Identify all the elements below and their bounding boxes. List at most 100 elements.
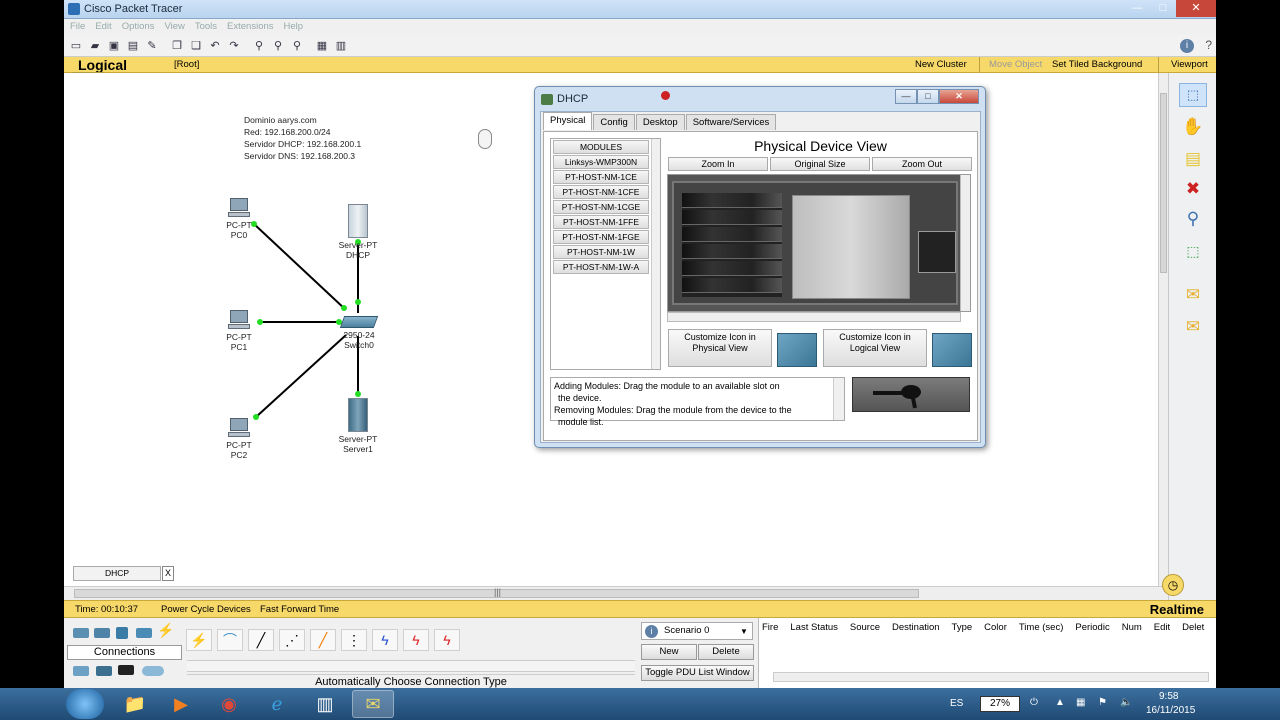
menu-tools[interactable]: Tools xyxy=(195,19,217,35)
add-complex-pdu-icon[interactable]: ✉ xyxy=(1179,315,1207,339)
power-cycle-button[interactable]: Power Cycle Devices xyxy=(161,604,251,615)
end-devices-category-icon[interactable] xyxy=(73,666,89,676)
copper-cross-icon[interactable]: ⋰ xyxy=(279,629,305,651)
set-tiled-background-button[interactable]: Set Tiled Background xyxy=(1052,59,1142,70)
wan-emulation-category-icon[interactable] xyxy=(118,665,134,675)
workspace-tab-close-button[interactable]: X xyxy=(162,566,174,581)
security-category-icon[interactable] xyxy=(96,666,112,676)
device-server1[interactable]: Server-PT Server1 xyxy=(332,398,384,454)
viewport-button[interactable]: Viewport xyxy=(1171,59,1208,70)
routers-category-icon[interactable] xyxy=(73,628,89,638)
customize-logical-icon-button[interactable]: Customize Icon in Logical View xyxy=(823,329,927,367)
storage-task-icon[interactable]: ▥ xyxy=(304,690,346,718)
connections-category-icon[interactable]: ⚡ xyxy=(157,623,174,637)
pdu-table-scrollbar[interactable] xyxy=(773,672,1209,682)
menu-file[interactable]: File xyxy=(70,19,85,35)
volume-tray-icon[interactable]: 🔈 xyxy=(1120,697,1132,708)
scenario-info-icon[interactable]: i xyxy=(645,625,658,638)
language-indicator[interactable]: ES xyxy=(950,698,963,709)
note-icon[interactable]: ▤ xyxy=(1179,147,1207,171)
zoom-reset-icon[interactable]: ⚲ xyxy=(271,39,285,53)
module-item[interactable]: Linksys-WMP300N xyxy=(553,155,649,169)
media-player-task-icon[interactable]: ▶ xyxy=(160,690,202,718)
new-file-icon[interactable]: ▭ xyxy=(69,39,83,53)
undo-icon[interactable]: ↶ xyxy=(208,39,222,53)
menu-edit[interactable]: Edit xyxy=(95,19,111,35)
palette-icon[interactable]: ▦ xyxy=(315,39,329,53)
modules-scrollbar[interactable] xyxy=(651,139,660,369)
menu-options[interactable]: Options xyxy=(122,19,155,35)
zoom-out-button[interactable]: Zoom Out xyxy=(872,157,972,171)
save-icon[interactable]: ▣ xyxy=(107,39,121,53)
dialog-maximize-button[interactable]: □ xyxy=(917,89,939,104)
menu-help[interactable]: Help xyxy=(284,19,304,35)
move-hand-icon[interactable]: ✋ xyxy=(1179,115,1207,139)
serial-dce-icon[interactable]: ϟ xyxy=(403,629,429,651)
auto-connection-icon[interactable]: ⚡ xyxy=(186,629,212,651)
tab-software-services[interactable]: Software/Services xyxy=(685,114,777,130)
device-pc1[interactable]: PC-PT PC1 xyxy=(218,310,260,352)
workspace-tab-dhcp[interactable]: DHCP xyxy=(73,566,161,581)
close-button[interactable]: ✕ xyxy=(1176,0,1216,17)
move-object-button[interactable]: Move Object xyxy=(989,59,1042,70)
root-path[interactable]: [Root] xyxy=(174,59,199,70)
activity-wizard-icon[interactable]: ✎ xyxy=(145,39,159,53)
device-view-vertical-scrollbar[interactable] xyxy=(960,175,970,311)
custom-device-icon[interactable]: ▥ xyxy=(334,39,348,53)
workspace-vertical-scrollbar[interactable] xyxy=(1158,73,1168,586)
realtime-clock-icon[interactable]: ◷ xyxy=(1162,574,1184,596)
module-item[interactable]: PT-HOST-NM-1CE xyxy=(553,170,649,184)
hubs-category-icon[interactable] xyxy=(116,627,128,639)
toggle-pdu-list-button[interactable]: Toggle PDU List Window xyxy=(641,665,754,681)
switches-category-icon[interactable] xyxy=(94,628,110,638)
help-icon[interactable]: i xyxy=(1180,39,1194,53)
zoom-out-icon[interactable]: ⚲ xyxy=(290,39,304,53)
device-switch0[interactable]: 2950-24 Switch0 xyxy=(334,316,384,350)
dropdown-arrow-icon[interactable]: ▼ xyxy=(740,627,748,636)
battery-indicator[interactable]: 27% xyxy=(980,696,1020,712)
paste-icon[interactable]: ❏ xyxy=(189,39,203,53)
ie-task-icon[interactable]: ℯ xyxy=(256,690,298,718)
module-item[interactable]: PT-HOST-NM-1W-A xyxy=(553,260,649,274)
chrome-task-icon[interactable]: ◉ xyxy=(208,690,250,718)
inspect-icon[interactable]: ⚲ xyxy=(1179,207,1207,231)
zoom-in-button[interactable]: Zoom In xyxy=(668,157,768,171)
clock-date[interactable]: 16/11/2015 xyxy=(1146,705,1195,716)
draw-shape-icon[interactable]: ⬚ xyxy=(1179,239,1207,263)
tray-arrow-icon[interactable]: ▲ xyxy=(1055,697,1065,708)
coaxial-icon[interactable]: ϟ xyxy=(372,629,398,651)
help-arrow-icon[interactable]: ? xyxy=(1205,38,1212,52)
help-scrollbar[interactable] xyxy=(833,378,844,420)
clock-time[interactable]: 9:58 xyxy=(1159,691,1178,702)
minimize-button[interactable]: — xyxy=(1124,0,1150,17)
custom-devices-category-icon[interactable] xyxy=(142,666,164,676)
packet-tracer-task-icon[interactable]: ✉ xyxy=(352,690,394,718)
power-icon[interactable]: ⏻ xyxy=(1030,697,1038,708)
tab-config[interactable]: Config xyxy=(593,114,635,130)
delete-icon[interactable]: ✖ xyxy=(1179,177,1207,201)
workspace-horizontal-scrollbar[interactable]: ||| xyxy=(64,586,1168,600)
print-icon[interactable]: ▤ xyxy=(126,39,140,53)
device-view-horizontal-scrollbar[interactable] xyxy=(667,312,961,322)
module-item[interactable]: PT-HOST-NM-1CGE xyxy=(553,200,649,214)
redo-icon[interactable]: ↷ xyxy=(227,39,241,53)
open-folder-icon[interactable]: ▰ xyxy=(88,39,102,53)
customize-physical-icon-button[interactable]: Customize Icon in Physical View xyxy=(668,329,772,367)
physical-device-image[interactable] xyxy=(667,174,971,312)
phone-cable-icon[interactable]: ⋮ xyxy=(341,629,367,651)
dialog-minimize-button[interactable]: — xyxy=(895,89,917,104)
device-pc2[interactable]: PC-PT PC2 xyxy=(218,418,260,460)
fiber-icon[interactable]: ╱ xyxy=(310,629,336,651)
console-cable-icon[interactable]: ⌒ xyxy=(217,629,243,651)
original-size-button[interactable]: Original Size xyxy=(770,157,870,171)
menu-view[interactable]: View xyxy=(164,19,184,35)
module-item[interactable]: PT-HOST-NM-1FFE xyxy=(553,215,649,229)
copy-icon[interactable]: ❐ xyxy=(170,39,184,53)
select-tool-icon[interactable]: ⬚ xyxy=(1179,83,1207,107)
new-cluster-button[interactable]: New Cluster xyxy=(915,59,967,70)
copper-straight-icon[interactable]: ╱ xyxy=(248,629,274,651)
flag-tray-icon[interactable]: ⚑ xyxy=(1098,697,1107,708)
fast-forward-button[interactable]: Fast Forward Time xyxy=(260,604,339,615)
connections-scrollbar[interactable] xyxy=(187,660,635,672)
module-item[interactable]: PT-HOST-NM-1FGE xyxy=(553,230,649,244)
